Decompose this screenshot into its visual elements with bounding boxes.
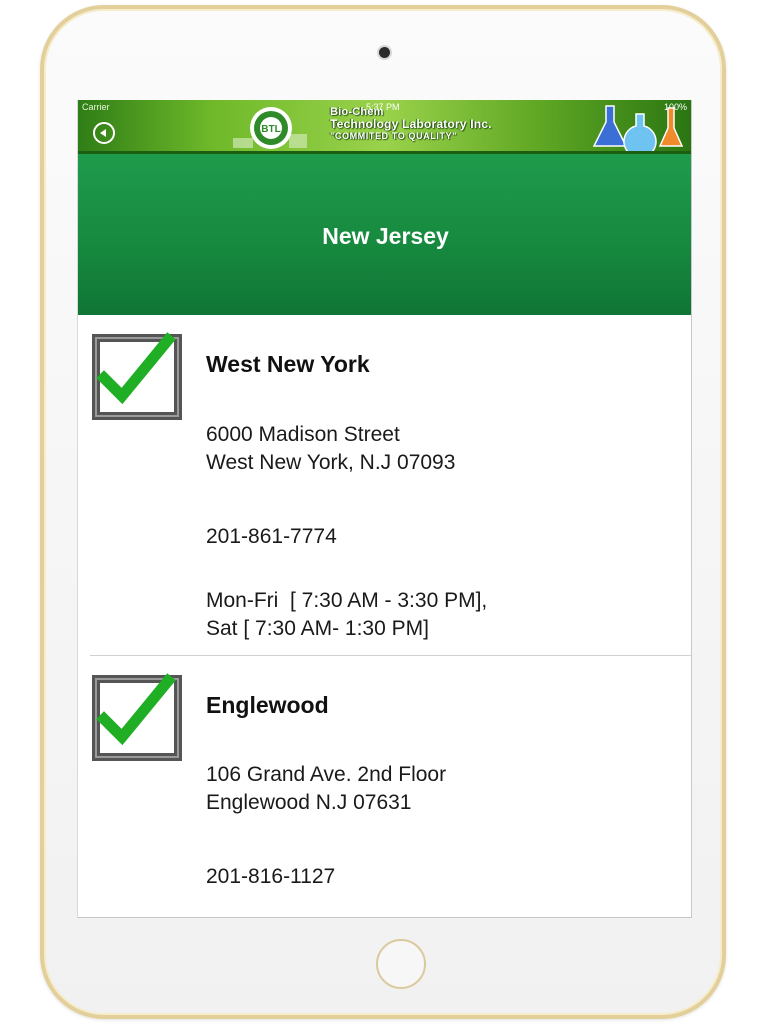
list-item[interactable]: Englewood 106 Grand Ave. 2nd Floor Engle… [78,656,691,917]
back-button[interactable] [93,122,115,144]
phone-number[interactable]: 201-861-7774 [206,523,337,551]
address-line1: 106 Grand Ave. 2nd Floor [206,763,447,786]
home-button[interactable] [376,939,426,989]
flask-icon [592,105,684,152]
back-arrow-icon [100,129,106,137]
app-screen: Carrier 5:37 PM 100% BTL Bio-Chem Techno… [77,100,692,918]
status-carrier: Carrier [82,102,110,112]
address-line2: West New York, N.J 07093 [206,451,456,474]
hours-line1: Mon-Fri [ 7:30 AM - 3:30 PM], [206,589,488,612]
lab-logo: BTL [233,107,307,149]
app-banner: Carrier 5:37 PM 100% BTL Bio-Chem Techno… [78,100,691,154]
address-line1: 6000 Madison Street [206,423,400,446]
location-list: West New York 6000 Madison Street West N… [78,315,691,917]
checkmark-icon [92,673,182,761]
logo-text: BTL [261,124,280,135]
page-header: New Jersey [78,154,691,315]
address-line2: Englewood N.J 07631 [206,791,412,814]
checkmark-icon [92,332,182,420]
location-name: Englewood [206,692,329,718]
lab-name-line2: Technology Laboratory Inc. [330,117,492,131]
front-camera [379,47,390,58]
page-title: New Jersey [322,223,449,249]
hours-line2: Sat [ 7:30 AM- 1:30 PM] [206,617,429,640]
location-name: West New York [206,351,370,377]
lab-name: Bio-Chem Technology Laboratory Inc. "COM… [330,106,492,142]
lab-slogan: "COMMITED TO QUALITY" [330,131,457,141]
list-item[interactable]: West New York 6000 Madison Street West N… [78,315,691,656]
phone-number[interactable]: 201-816-1127 [206,863,335,891]
